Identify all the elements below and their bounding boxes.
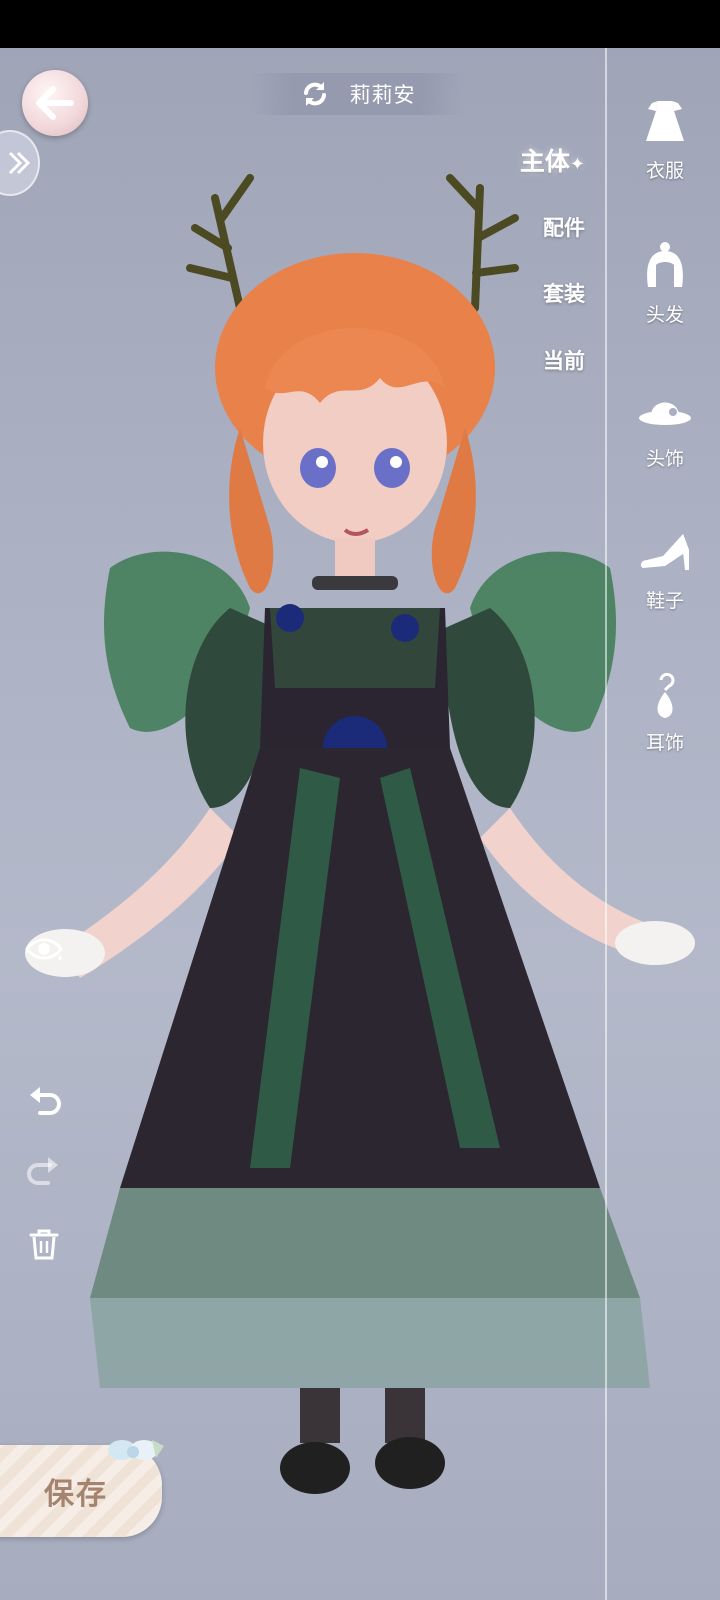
dress-icon: [646, 101, 684, 141]
save-label: 保存: [44, 1477, 108, 1512]
character-stage[interactable]: [0, 48, 720, 1600]
hair-icon: [647, 242, 683, 287]
eye-icon: [25, 938, 63, 961]
shoe-icon: [640, 534, 689, 570]
redo-icon: [27, 1157, 58, 1185]
earring-icon: [657, 672, 675, 718]
tab-accessories[interactable]: 配件: [543, 212, 585, 242]
toggle-visibility-button[interactable]: [22, 927, 66, 971]
tab-main[interactable]: 主体✦: [520, 142, 585, 178]
redo-button[interactable]: [22, 1150, 66, 1194]
trash-icon: [29, 1229, 59, 1260]
tab-current[interactable]: 当前: [543, 345, 585, 375]
hat-icon: [639, 402, 691, 425]
character-model: [25, 174, 695, 1494]
category-headwear[interactable]: 头饰: [622, 380, 708, 471]
character-name-bar[interactable]: 莉莉安: [250, 73, 465, 115]
undo-button[interactable]: [22, 1080, 66, 1124]
category-hair[interactable]: 头发: [622, 236, 708, 327]
sparkle-icon: ✦: [569, 154, 585, 175]
tab-sets[interactable]: 套装: [543, 278, 585, 308]
ribbon-decoration-icon: [108, 1440, 164, 1460]
category-earrings[interactable]: 耳饰: [622, 664, 708, 755]
back-button[interactable]: [22, 70, 88, 136]
category-shoes[interactable]: 鞋子: [622, 522, 708, 613]
category-clothes[interactable]: 衣服: [622, 92, 708, 183]
chevron-double-right-icon: [8, 151, 31, 175]
status-bar: [0, 0, 720, 48]
panel-divider: [605, 48, 607, 1600]
character-name: 莉莉安: [349, 83, 416, 107]
delete-button[interactable]: [22, 1222, 66, 1266]
undo-icon: [30, 1087, 61, 1115]
arrow-left-icon: [36, 86, 74, 120]
refresh-icon[interactable]: [300, 79, 330, 109]
